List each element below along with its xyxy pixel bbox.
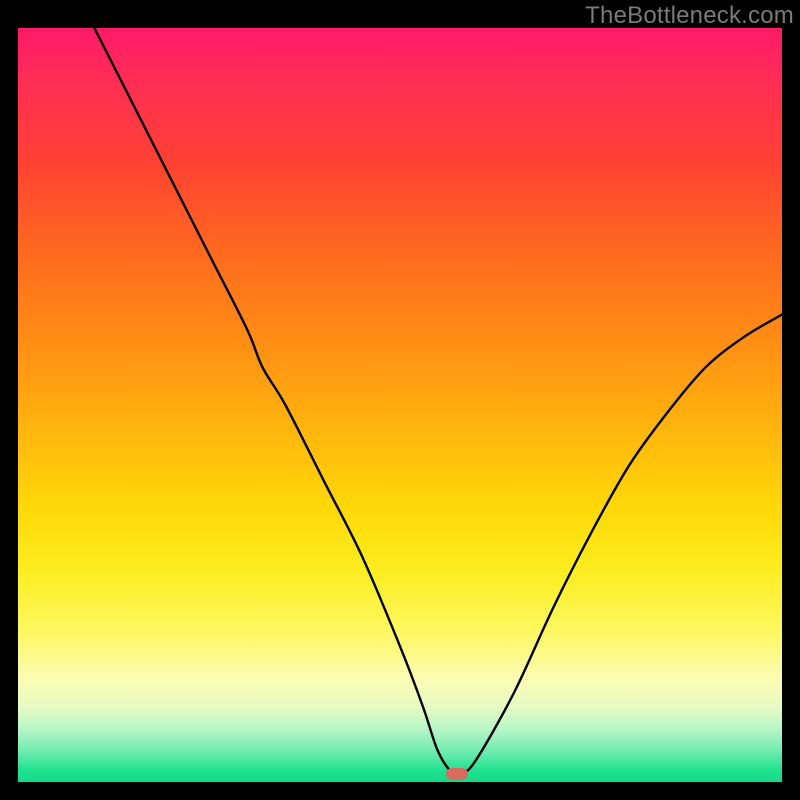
curve-path	[94, 28, 782, 777]
bottleneck-curve	[18, 28, 782, 782]
plot-area	[18, 28, 782, 782]
watermark-text: TheBottleneck.com	[585, 2, 794, 30]
chart-frame: TheBottleneck.com	[0, 0, 800, 800]
minimum-marker	[446, 768, 468, 780]
